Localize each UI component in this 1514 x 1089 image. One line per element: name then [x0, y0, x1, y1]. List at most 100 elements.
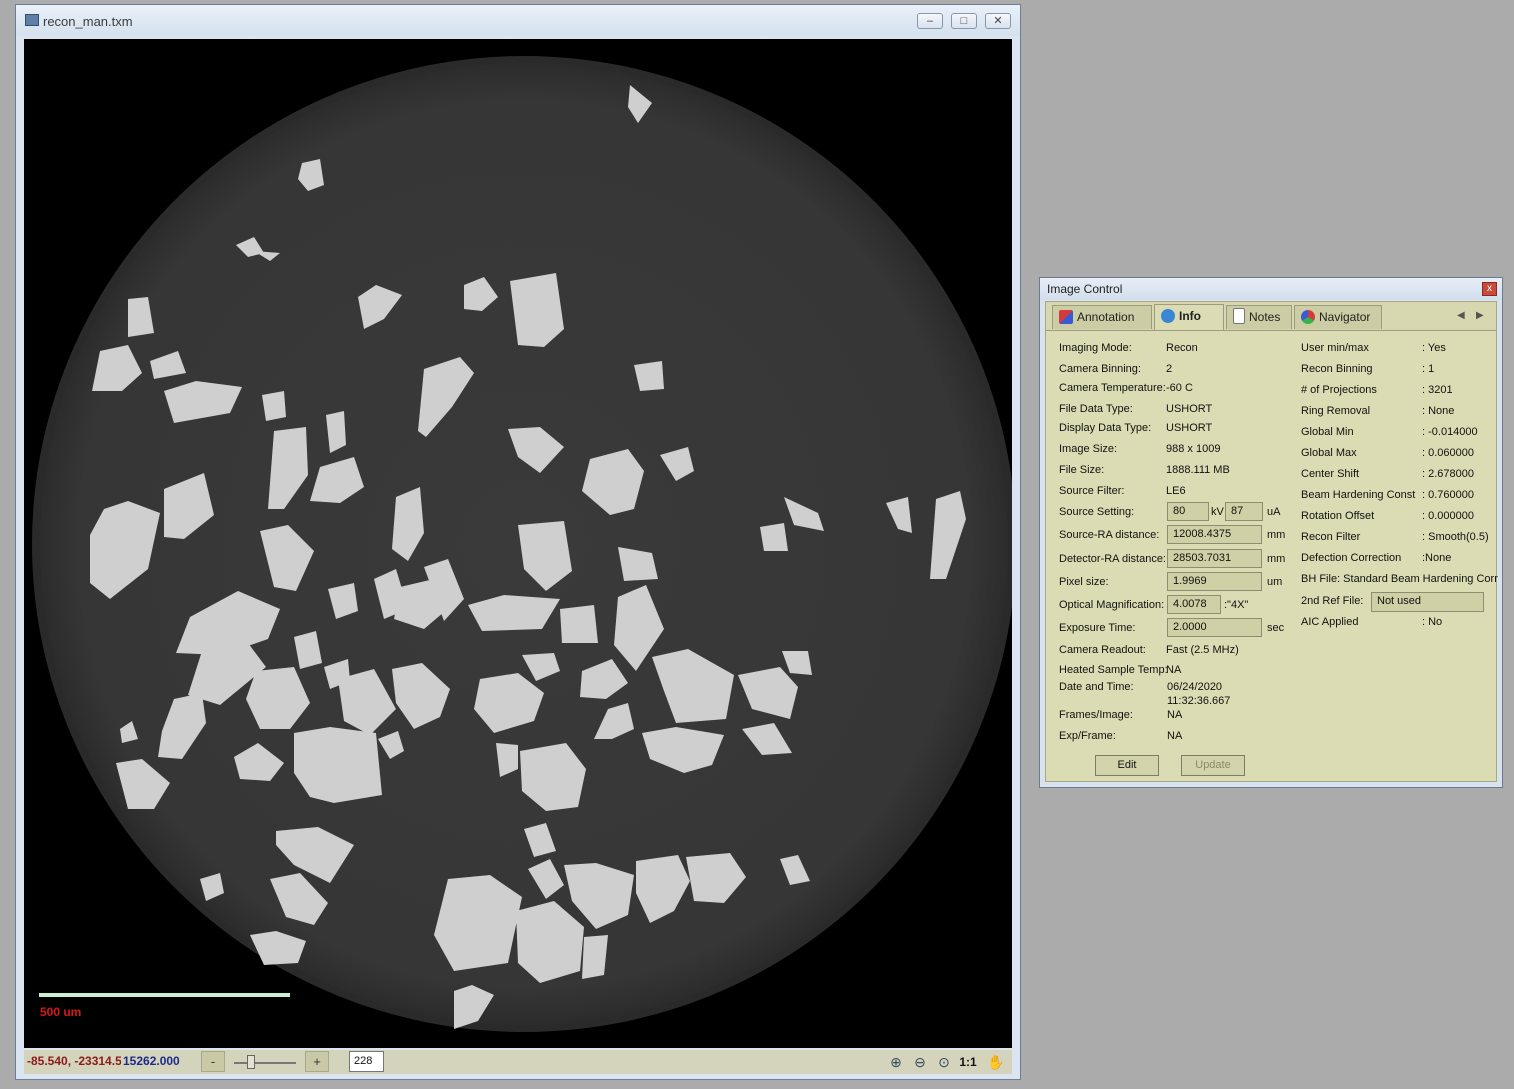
- tab-strip: Annotation Info Notes Navigator ◀ ▶: [1046, 302, 1496, 331]
- detector-ra-distance-field[interactable]: 28503.7031: [1167, 549, 1262, 568]
- tab-info[interactable]: Info: [1154, 304, 1224, 330]
- recon-binning-label: Recon Binning: [1301, 363, 1373, 375]
- slice-decrement-button[interactable]: -: [201, 1051, 225, 1072]
- display-data-type-value: USHORT: [1166, 422, 1213, 434]
- image-window: recon_man.txm – □ ✕ 500 um -85.540, -233…: [15, 4, 1021, 1080]
- notes-icon: [1233, 308, 1245, 324]
- edit-button[interactable]: Edit: [1095, 755, 1159, 776]
- image-size-label: Image Size:: [1059, 443, 1118, 455]
- scale-bar: [39, 993, 290, 997]
- ring-removal-label: Ring Removal: [1301, 405, 1371, 417]
- num-projections-label: # of Projections: [1301, 384, 1377, 396]
- exp-frame-label: Exp/Frame:: [1059, 730, 1116, 742]
- exposure-time-unit: sec: [1267, 622, 1285, 634]
- camera-readout-value: Fast (2.5 MHz): [1166, 644, 1239, 656]
- source-setting-label: Source Setting:: [1059, 506, 1135, 518]
- source-filter-value: LE6: [1166, 485, 1186, 497]
- beam-hardening-const-value: : 0.760000: [1422, 489, 1474, 501]
- pixel-value: 15262.000: [123, 1054, 180, 1068]
- tab-notes[interactable]: Notes: [1226, 305, 1292, 329]
- exp-frame-value: NA: [1167, 730, 1183, 742]
- recon-filter-value: : Smooth(0.5): [1422, 531, 1489, 543]
- tab-annotation-label: Annotation: [1077, 310, 1135, 324]
- image-size-value: 988 x 1009: [1166, 443, 1221, 455]
- heated-sample-temp-value: NA: [1166, 664, 1182, 676]
- tab-info-label: Info: [1179, 309, 1201, 323]
- source-ra-distance-field[interactable]: 12008.4375: [1167, 525, 1262, 544]
- optical-magnification-label: Optical Magnification:: [1059, 599, 1165, 611]
- tab-scroll-left-icon[interactable]: ◀: [1457, 310, 1465, 321]
- date-value: 06/24/2020: [1167, 681, 1223, 693]
- close-icon[interactable]: x: [1482, 282, 1497, 296]
- tab-annotation[interactable]: Annotation: [1052, 305, 1152, 329]
- tab-navigator-label: Navigator: [1319, 310, 1371, 324]
- source-ra-distance-label: Source-RA distance:: [1059, 529, 1160, 541]
- ct-slice-canvas[interactable]: 500 um: [24, 39, 1012, 1048]
- user-min-max-value: : Yes: [1422, 342, 1446, 354]
- frames-image-value: NA: [1167, 709, 1183, 721]
- image-control-window: Image Control x Annotation Info Notes Na…: [1039, 277, 1503, 788]
- slice-slider[interactable]: [234, 1062, 296, 1064]
- image-window-titlebar[interactable]: recon_man.txm – □ ✕: [16, 5, 1020, 36]
- slice-increment-button[interactable]: +: [305, 1051, 329, 1072]
- ct-slice-image: [32, 56, 1012, 1032]
- file-size-label: File Size:: [1059, 464, 1105, 476]
- imaging-mode-value: Recon: [1166, 342, 1198, 354]
- global-min-label: Global Min: [1301, 426, 1354, 438]
- slice-slider-thumb[interactable]: [246, 1055, 255, 1069]
- rotation-offset-label: Rotation Offset: [1301, 510, 1375, 522]
- ring-removal-value: : None: [1422, 405, 1455, 417]
- global-max-label: Global Max: [1301, 447, 1357, 459]
- source-filter-label: Source Filter:: [1059, 485, 1125, 497]
- bh-file-label: BH File: Standard Beam Hardening Corr: [1301, 573, 1498, 585]
- time-value: 11:32:36.667: [1167, 695, 1231, 707]
- cursor-coordinates: -85.540, -23314.5: [27, 1054, 121, 1068]
- close-button[interactable]: ✕: [985, 13, 1011, 29]
- camera-binning-label: Camera Binning:: [1059, 363, 1141, 375]
- restore-button[interactable]: □: [951, 13, 977, 29]
- tab-scroll-right-icon[interactable]: ▶: [1476, 310, 1484, 321]
- zoom-in-icon[interactable]: ⊕: [885, 1052, 907, 1072]
- zoom-out-icon[interactable]: ⊖: [909, 1052, 931, 1072]
- detector-ra-distance-unit: mm: [1267, 553, 1286, 565]
- image-window-title: recon_man.txm: [43, 14, 133, 29]
- ua-unit: uA: [1267, 506, 1281, 518]
- pixel-size-unit: um: [1267, 576, 1283, 588]
- exposure-time-label: Exposure Time:: [1059, 622, 1136, 634]
- info-icon: [1161, 309, 1175, 323]
- center-shift-label: Center Shift: [1301, 468, 1360, 480]
- display-data-type-label: Display Data Type:: [1059, 422, 1152, 434]
- rotation-offset-value: : 0.000000: [1422, 510, 1474, 522]
- source-ua-field[interactable]: 87: [1225, 502, 1263, 521]
- aic-applied-label: AIC Applied: [1301, 616, 1359, 628]
- camera-binning-value: 2: [1166, 363, 1173, 375]
- annotation-icon: [1059, 310, 1073, 324]
- exposure-time-field[interactable]: 2.0000: [1167, 618, 1262, 637]
- center-shift-value: : 2.678000: [1422, 468, 1474, 480]
- pixel-size-field[interactable]: 1.9969: [1167, 572, 1262, 591]
- aic-applied-value: : No: [1422, 616, 1443, 628]
- image-control-titlebar[interactable]: Image Control x: [1040, 278, 1502, 300]
- tab-navigator[interactable]: Navigator: [1294, 305, 1382, 329]
- minimize-button[interactable]: –: [917, 13, 943, 29]
- frames-image-label: Frames/Image:: [1059, 709, 1133, 721]
- kv-unit: kV: [1211, 506, 1224, 518]
- imaging-mode-label: Imaging Mode:: [1059, 342, 1132, 354]
- update-button[interactable]: Update: [1181, 755, 1245, 776]
- optical-magnification-unit: :"4X": [1224, 599, 1249, 611]
- beam-hardening-const-label: Beam Hardening Const: [1301, 489, 1416, 501]
- defection-correction-label: Defection Correction: [1301, 552, 1402, 564]
- num-projections-value: : 3201: [1422, 384, 1453, 396]
- second-ref-file-field[interactable]: Not used: [1371, 592, 1484, 612]
- detector-ra-distance-label: Detector-RA distance:: [1059, 553, 1166, 565]
- slice-number-input[interactable]: 228: [349, 1051, 384, 1072]
- zoom-fit-icon[interactable]: ⊙: [933, 1052, 955, 1072]
- optical-magnification-field[interactable]: 4.0078: [1167, 595, 1221, 614]
- global-max-value: : 0.060000: [1422, 447, 1474, 459]
- zoom-one-to-one-button[interactable]: 1:1: [957, 1052, 979, 1072]
- pixel-size-label: Pixel size:: [1059, 576, 1109, 588]
- source-kv-field[interactable]: 80: [1167, 502, 1209, 521]
- image-control-title: Image Control: [1047, 282, 1123, 296]
- hand-pan-icon[interactable]: ✋: [985, 1052, 1007, 1072]
- file-data-type-value: USHORT: [1166, 403, 1213, 415]
